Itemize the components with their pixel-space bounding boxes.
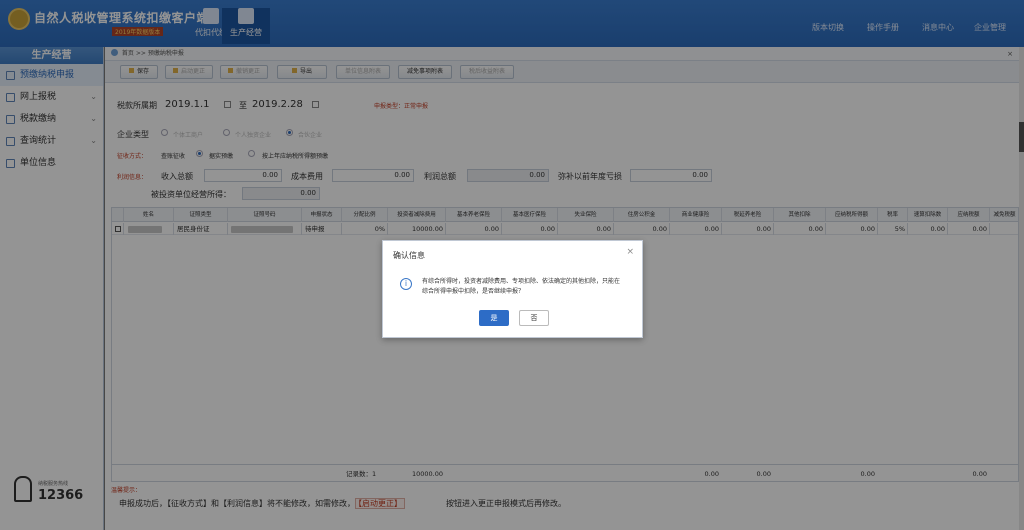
- no-button[interactable]: 否: [519, 310, 549, 326]
- close-icon[interactable]: ×: [626, 247, 634, 257]
- dialog-message: 有综合所得时，投资者减除费用、专项扣除、依法确定的其他扣除，只能在综合所得申报中…: [422, 278, 621, 295]
- confirm-dialog: 确认信息 × i 有综合所得时，投资者减除费用、专项扣除、依法确定的其他扣除，只…: [382, 240, 643, 338]
- dialog-title: 确认信息: [393, 251, 425, 260]
- yes-button[interactable]: 是: [479, 310, 509, 326]
- info-icon: i: [400, 278, 412, 290]
